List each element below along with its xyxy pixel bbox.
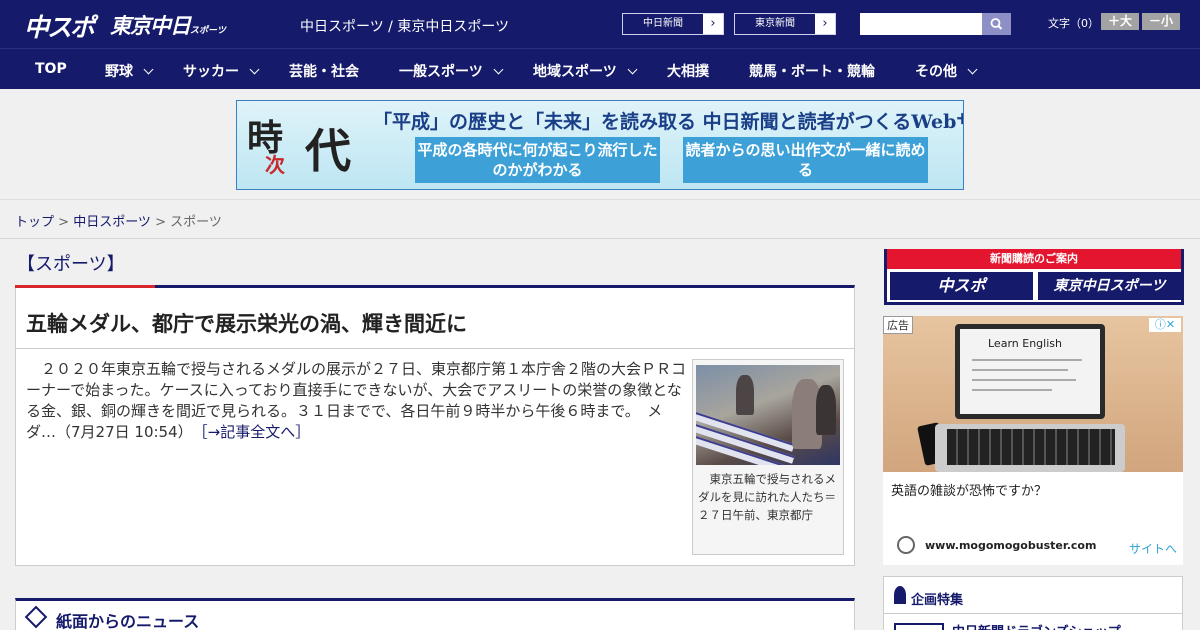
font-size-label: 文字（0） — [1048, 17, 1099, 30]
font-bigger-button[interactable]: ＋大 — [1101, 13, 1139, 30]
nav-item-other[interactable]: その他 — [915, 61, 978, 81]
nav-label: 地域スポーツ — [533, 64, 617, 80]
ad-choices-icon[interactable]: ⓘ✕ — [1149, 318, 1181, 332]
chevron-down-icon — [249, 64, 260, 75]
jidai-banner[interactable]: 時 次 代 「平成」の歴史と「未来」を読み取る 中日新聞と読者がつくるWebサイ… — [236, 100, 964, 190]
divider — [0, 238, 1200, 239]
feature-title: 企画特集 — [911, 593, 964, 608]
nav-item-racing[interactable]: 競馬・ボート・競輪 — [749, 61, 875, 81]
chevron-right-icon: › — [703, 14, 723, 34]
article-photo[interactable] — [696, 365, 840, 465]
nav-label: 一般スポーツ — [399, 64, 483, 80]
nav-label: 野球 — [105, 64, 133, 80]
chuspo-logo[interactable]: 中スポ — [24, 8, 95, 44]
ad-site-link[interactable]: サイトへ — [1129, 540, 1177, 557]
print-news-title: 紙面からのニュース — [56, 612, 200, 630]
ribbon-icon — [894, 586, 906, 604]
newspaper-icon — [24, 605, 48, 629]
nav-item-general-sports[interactable]: 一般スポーツ — [399, 61, 504, 81]
search-button[interactable] — [982, 13, 1011, 35]
main-nav: TOP 野球 サッカー 芸能・社会 一般スポーツ 地域スポーツ 大相撲 競馬・ボ… — [0, 48, 1200, 89]
nav-label: その他 — [915, 64, 957, 80]
photo-detail — [736, 375, 754, 415]
nav-item-top[interactable]: TOP — [35, 61, 67, 77]
font-smaller-button[interactable]: －小 — [1142, 13, 1180, 30]
ad-screen-title: Learn English — [988, 337, 1062, 350]
banner-box-2: 読者からの思い出作文が一緒に読める — [683, 137, 928, 183]
breadcrumb-parent[interactable]: 中日スポーツ — [73, 215, 151, 230]
laptop-keyboard — [947, 429, 1115, 465]
tokyo-chunichi-subscribe-link[interactable]: 東京中日スポーツ — [1038, 272, 1181, 300]
subscription-heading[interactable]: 新聞購読のご案内 — [887, 249, 1181, 269]
nav-item-sumo[interactable]: 大相撲 — [667, 61, 709, 81]
tokyo-shimbun-link[interactable]: 東京新聞 › — [734, 13, 836, 35]
article-summary: ２０２０年東京五輪で授与されるメダルの展示が２７日、東京都庁第１本庁舎２階の大会… — [26, 359, 686, 443]
search-input[interactable] — [860, 13, 982, 35]
nav-item-local-sports[interactable]: 地域スポーツ — [533, 61, 638, 81]
photo-detail — [816, 385, 836, 435]
feature-thumbnail[interactable] — [894, 623, 944, 630]
chevron-down-icon — [627, 64, 638, 75]
nav-label: TOP — [35, 61, 67, 77]
banner-headline: 「平成」の歴史と「未来」を読み取る 中日新聞と読者がつくるWebサイト — [373, 111, 964, 133]
feature-box: 企画特集 中日新聞ドラゴンズショップ — [883, 576, 1183, 630]
banner-area: 時 次 代 「平成」の歴史と「未来」を読み取る 中日新聞と読者がつくるWebサイ… — [0, 89, 1200, 200]
breadcrumb-current: スポーツ — [170, 215, 222, 230]
chevron-down-icon — [493, 64, 504, 75]
breadcrumb-home[interactable]: トップ — [15, 215, 54, 230]
nav-label: 芸能・社会 — [289, 64, 359, 80]
chunichi-shimbun-link[interactable]: 中日新聞 › — [622, 13, 724, 35]
nav-label: サッカー — [183, 64, 239, 80]
divider — [884, 613, 1182, 614]
globe-icon — [897, 536, 915, 554]
search-icon — [990, 18, 1003, 30]
ad-text[interactable]: 英語の雑談が恐怖ですか？ — [891, 480, 1047, 499]
accent-bar — [15, 285, 155, 288]
banner-ji2: 次 — [265, 153, 285, 177]
ad-label: 広告 — [883, 316, 913, 334]
screen-line — [972, 369, 1068, 371]
screen-line — [972, 379, 1076, 381]
photo-caption: 東京五輪で授与されるメダルを見に訪れた人たち＝２７日午前、東京都庁 — [698, 472, 836, 522]
tokyo-logo-main: 東京中日 — [110, 14, 191, 38]
chevron-down-icon — [967, 64, 978, 75]
subscription-box: 新聞購読のご案内 中スポ 東京中日スポーツ — [884, 249, 1184, 305]
ad-image[interactable]: Learn English — [883, 316, 1183, 472]
nav-label: 競馬・ボート・競輪 — [749, 64, 875, 80]
ad-domain: www.mogomogobuster.com — [925, 539, 1097, 552]
tokyo-shimbun-label: 東京新聞 — [755, 18, 795, 29]
chunichi-shimbun-label: 中日新聞 — [643, 18, 683, 29]
article-body-text: ２０２０年東京五輪で授与されるメダルの展示が２７日、東京都庁第１本庁舎２階の大会… — [26, 360, 687, 441]
banner-box-1: 平成の各時代に何が起こり流行したのかがわかる — [415, 137, 660, 183]
read-more-link[interactable]: ［→記事全文へ］ — [200, 423, 310, 441]
chevron-down-icon — [143, 64, 154, 75]
breadcrumb-sep: > — [150, 215, 171, 230]
nav-item-baseball[interactable]: 野球 — [105, 61, 154, 81]
screen-line — [972, 389, 1052, 391]
banner-dai: 代 — [305, 124, 351, 178]
print-news-section: 紙面からのニュース — [15, 598, 855, 630]
screen-line — [972, 359, 1082, 361]
feature-item-link[interactable]: 中日新聞ドラゴンズショップ — [952, 621, 1121, 630]
laptop-illustration: Learn English — [955, 324, 1105, 419]
tokyo-chunichi-logo[interactable]: 東京中日スポーツ — [110, 10, 226, 40]
nav-item-entertainment[interactable]: 芸能・社会 — [289, 61, 359, 81]
breadcrumb: トップ > 中日スポーツ > スポーツ — [15, 211, 222, 230]
article-title[interactable]: 五輪メダル、都庁で展示栄光の渦、輝き間近に — [26, 308, 467, 338]
site-name: 中日スポーツ / 東京中日スポーツ — [300, 19, 510, 35]
chuspo-subscribe-link[interactable]: 中スポ — [890, 272, 1033, 300]
header-bar: 中スポ 東京中日スポーツ 中日スポーツ / 東京中日スポーツ 中日新聞 › 東京… — [0, 0, 1200, 48]
article-card: 五輪メダル、都庁で展示栄光の渦、輝き間近に ２０２０年東京五輪で授与されるメダル… — [15, 285, 855, 566]
tokyo-logo-sub: スポーツ — [190, 26, 226, 36]
nav-item-soccer[interactable]: サッカー — [183, 61, 260, 81]
chevron-right-icon: › — [815, 14, 835, 34]
nav-label: 大相撲 — [667, 64, 709, 80]
divider — [16, 348, 854, 349]
ad-block: Learn English 広告 ⓘ✕ 英語の雑談が恐怖ですか？ www.mog… — [883, 316, 1183, 565]
section-title: 【スポーツ】 — [17, 254, 125, 275]
breadcrumb-sep: > — [54, 215, 74, 230]
article-photo-box: 東京五輪で授与されるメダルを見に訪れた人たち＝２７日午前、東京都庁 — [692, 359, 844, 555]
